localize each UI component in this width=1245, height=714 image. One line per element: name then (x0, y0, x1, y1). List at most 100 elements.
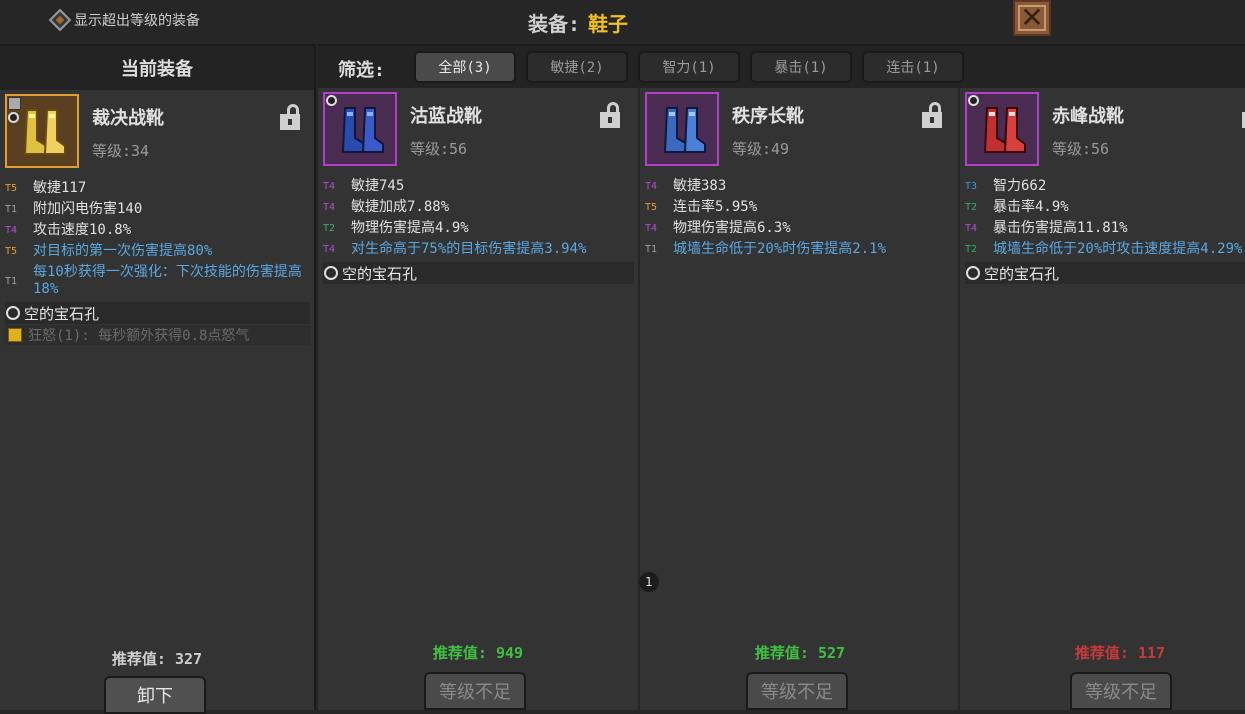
recommend-number: 327 (174, 650, 203, 668)
item-level: 等级:56 (1052, 140, 1110, 158)
stats-list: T3 智力662 T2 暴击率4.9% T4 暴击伤害提高11.81% T2 城墙生命低… (965, 178, 1245, 284)
recommend-value: 推荐值: 327 (0, 648, 314, 669)
stat-text: 攻击速度10.8% (33, 222, 132, 238)
tier-tag: T4 (645, 223, 658, 234)
socket-icon (326, 95, 337, 106)
tier-tag: T5 (5, 246, 18, 257)
stat-text: 城墙生命低于20%时攻击速度提高4.29% (993, 241, 1243, 257)
stat-text: 对生命高于75%的目标伤害提高3.94% (351, 241, 587, 257)
gem-socket-row: 空的宝石孔 (323, 262, 634, 284)
lock-icon[interactable] (600, 102, 620, 128)
stat-row: T4 暴击伤害提高11.81% (965, 220, 1245, 237)
book-icon (8, 328, 22, 342)
stat-text: 暴击率4.9% (993, 199, 1069, 215)
filter-tab-intelligence[interactable]: 智力(1) (638, 51, 740, 83)
item-icon-frame[interactable] (323, 92, 397, 166)
tier-tag: T4 (323, 244, 336, 255)
stat-text: 每10秒获得一次强化：下次技能的伤害提高18% (33, 264, 302, 297)
filter-tab-crit[interactable]: 暴击(1) (750, 51, 852, 83)
item-name: 秩序长靴 (732, 106, 804, 127)
stat-row: T4 对生命高于75%的目标伤害提高3.94% (323, 241, 634, 258)
stat-row: T2 城墙生命低于20%时攻击速度提高4.29% (965, 241, 1245, 258)
candidate-card[interactable]: 秩序长靴 等级:49 T4 敏捷383 T5 连击率5.95% T4 物理伤害提高6.… (638, 88, 958, 710)
item-icon-frame[interactable] (5, 94, 79, 168)
boots-icon (983, 107, 1026, 153)
show-over-level-toggle[interactable]: 显示超出等级的装备 (48, 8, 200, 32)
tier-tag: T5 (645, 202, 658, 213)
tier-tag: T3 (965, 181, 978, 192)
stat-row: T5 连击率5.95% (645, 199, 954, 216)
gem-socket-text: 空的宝石孔 (24, 304, 100, 323)
current-item-card[interactable]: 裁决战靴 等级:34 T5 敏捷117 T1 附加闪电伤害140 T4 攻击速度10.… (0, 90, 314, 714)
stat-row: T2 物理伤害提高4.9% (323, 220, 634, 237)
tier-tag: T4 (645, 181, 658, 192)
recommend-label: 推荐值: (754, 644, 809, 662)
boots-icon (341, 107, 384, 153)
filter-label: 筛选: (338, 60, 385, 81)
candidate-card[interactable]: 沽蓝战靴 等级:56 T4 敏捷745 T4 敏捷加成7.88% T2 物理伤害提高4… (318, 88, 638, 710)
current-equipment-header: 当前装备 (0, 46, 314, 90)
stat-row: T1 每10秒获得一次强化：下次技能的伤害提高18% (5, 264, 310, 298)
tier-tag: T4 (5, 225, 18, 236)
stats-list: T4 敏捷383 T5 连击率5.95% T4 物理伤害提高6.3% T1 城墙生命低于… (645, 178, 954, 262)
gem-socket-text: 空的宝石孔 (342, 264, 418, 283)
set-bonus-text: 狂怒(1): 每秒额外获得0.8点怒气 (28, 328, 250, 344)
socket-icon (8, 112, 19, 123)
candidate-card[interactable]: 赤峰战靴 等级:56 T3 智力662 T2 暴击率4.9% T4 暴击伤害提高11.… (958, 88, 1245, 710)
title-value: 鞋子 (588, 12, 629, 36)
stat-text: 物理伤害提高6.3% (673, 220, 791, 236)
stats-list: T4 敏捷745 T4 敏捷加成7.88% T2 物理伤害提高4.9% T4 对生命高于… (323, 178, 634, 284)
lock-icon[interactable] (922, 102, 942, 128)
tier-tag: T4 (323, 181, 336, 192)
empty-socket-icon (324, 266, 338, 280)
gem-socket-row: 空的宝石孔 (5, 302, 310, 324)
level-insufficient-button[interactable]: 等级不足 (746, 672, 848, 710)
level-insufficient-button[interactable]: 等级不足 (1070, 672, 1172, 710)
diamond-checkbox-icon[interactable] (48, 8, 72, 32)
stat-text: 城墙生命低于20%时伤害提高2.1% (673, 241, 887, 257)
item-name: 赤峰战靴 (1052, 106, 1124, 127)
page-title: 装备: 鞋子 (528, 8, 628, 37)
item-level: 等级:49 (732, 140, 790, 158)
lock-icon[interactable] (280, 104, 300, 130)
filter-tab-combo[interactable]: 连击(1) (862, 51, 964, 83)
stat-text: 敏捷加成7.88% (351, 199, 450, 215)
recommend-label: 推荐值: (432, 644, 487, 662)
recommend-label: 推荐值: (1074, 644, 1129, 662)
filter-tab-all[interactable]: 全部(3) (414, 51, 516, 83)
tier-tag: T2 (965, 202, 978, 213)
boots-icon (663, 107, 706, 153)
item-icon-frame[interactable] (965, 92, 1039, 166)
stat-row: T4 敏捷加成7.88% (323, 199, 634, 216)
stat-text: 智力662 (993, 178, 1047, 194)
stat-row: T1 城墙生命低于20%时伤害提高2.1% (645, 241, 954, 258)
stat-row: T4 攻击速度10.8% (5, 222, 310, 239)
filter-tab-agility[interactable]: 敏捷(2) (526, 51, 628, 83)
close-x-icon: ✕ (1020, 1, 1044, 34)
level-insufficient-button[interactable]: 等级不足 (424, 672, 526, 710)
recommend-value: 推荐值: 949 (318, 642, 638, 663)
item-level: 等级:56 (410, 140, 468, 158)
recommend-number: 949 (495, 644, 524, 662)
unequip-button[interactable]: 卸下 (104, 676, 206, 714)
recommend-value: 推荐值: 527 (640, 642, 960, 663)
stat-text: 敏捷383 (673, 178, 727, 194)
stat-row: T4 敏捷745 (323, 178, 634, 195)
boots-icon (23, 109, 66, 155)
recommend-label: 推荐值: (111, 650, 166, 668)
stat-text: 连击率5.95% (673, 199, 758, 215)
stat-row: T4 物理伤害提高6.3% (645, 220, 954, 237)
tier-tag: T1 (5, 275, 18, 287)
stat-text: 附加闪电伤害140 (33, 201, 143, 217)
tier-tag: T5 (5, 183, 18, 194)
stat-text: 敏捷117 (33, 180, 87, 196)
gem-socket-text: 空的宝石孔 (984, 264, 1060, 283)
recommend-number: 527 (817, 644, 846, 662)
close-button[interactable]: ✕ (1013, 0, 1051, 36)
page-indicator-badge[interactable]: 1 (639, 572, 659, 592)
socket-icon (968, 95, 979, 106)
item-name: 裁决战靴 (92, 108, 164, 129)
stat-text: 对目标的第一次伤害提高80% (33, 243, 213, 259)
stat-text: 暴击伤害提高11.81% (993, 220, 1128, 236)
item-icon-frame[interactable] (645, 92, 719, 166)
